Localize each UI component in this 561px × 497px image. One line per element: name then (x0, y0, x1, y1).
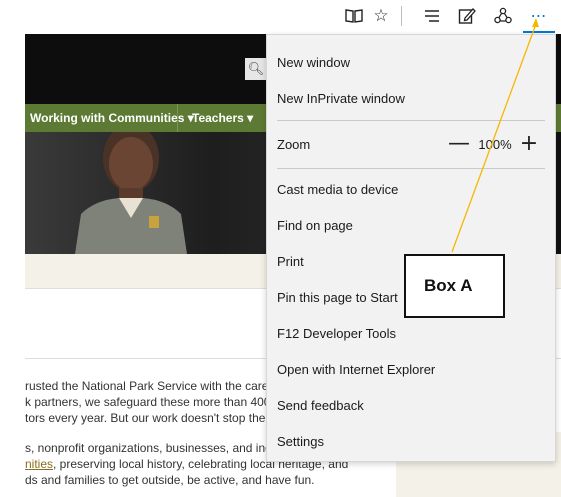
body-paragraph-line: ds and families to get outside, be activ… (25, 473, 315, 487)
annotation-label: Box A (424, 276, 473, 295)
communities-link[interactable]: nities (25, 457, 53, 471)
web-note-icon[interactable] (455, 4, 479, 28)
zoom-in-button[interactable]: + (517, 132, 541, 156)
menu-item-open-with-ie[interactable]: Open with Internet Explorer (267, 355, 555, 385)
favorites-star-icon[interactable]: ☆ (369, 4, 393, 28)
nav-item-working-with-communities[interactable]: Working with Communities ▾ (30, 111, 194, 125)
nav-divider (177, 104, 178, 132)
toolbar-divider (401, 6, 402, 26)
menu-item-developer-tools[interactable]: F12 Developer Tools (267, 319, 555, 349)
nav-item-teachers[interactable]: Teachers ▾ (192, 111, 253, 125)
menu-item-settings[interactable]: Settings (267, 427, 555, 457)
menu-item-cast-media[interactable]: Cast media to device (267, 175, 555, 205)
zoom-level-value: 100% (478, 137, 512, 152)
annotation-box-a: Box A (404, 254, 505, 318)
menu-divider (277, 168, 545, 169)
zoom-row: Zoom — 100% + (267, 130, 555, 160)
zoom-out-button[interactable]: — (447, 133, 471, 157)
ranger-photo (75, 132, 187, 254)
zoom-label: Zoom (277, 137, 311, 152)
menu-divider (277, 120, 545, 121)
browser-toolbar: ☆ ⋯ (0, 0, 561, 34)
menu-item-new-window[interactable]: New window (267, 48, 555, 78)
menu-item-new-inprivate-window[interactable]: New InPrivate window (267, 84, 555, 114)
search-icon[interactable]: 🔍︎ (245, 58, 267, 80)
share-icon[interactable] (491, 4, 515, 28)
hub-icon[interactable] (420, 4, 444, 28)
menu-item-send-feedback[interactable]: Send feedback (267, 391, 555, 421)
more-actions-menu: New window New InPrivate window Zoom — 1… (266, 34, 556, 462)
reading-view-icon[interactable] (342, 4, 366, 28)
left-gutter (0, 34, 25, 497)
more-actions-icon[interactable]: ⋯ (523, 0, 555, 33)
menu-item-find-on-page[interactable]: Find on page (267, 211, 555, 241)
